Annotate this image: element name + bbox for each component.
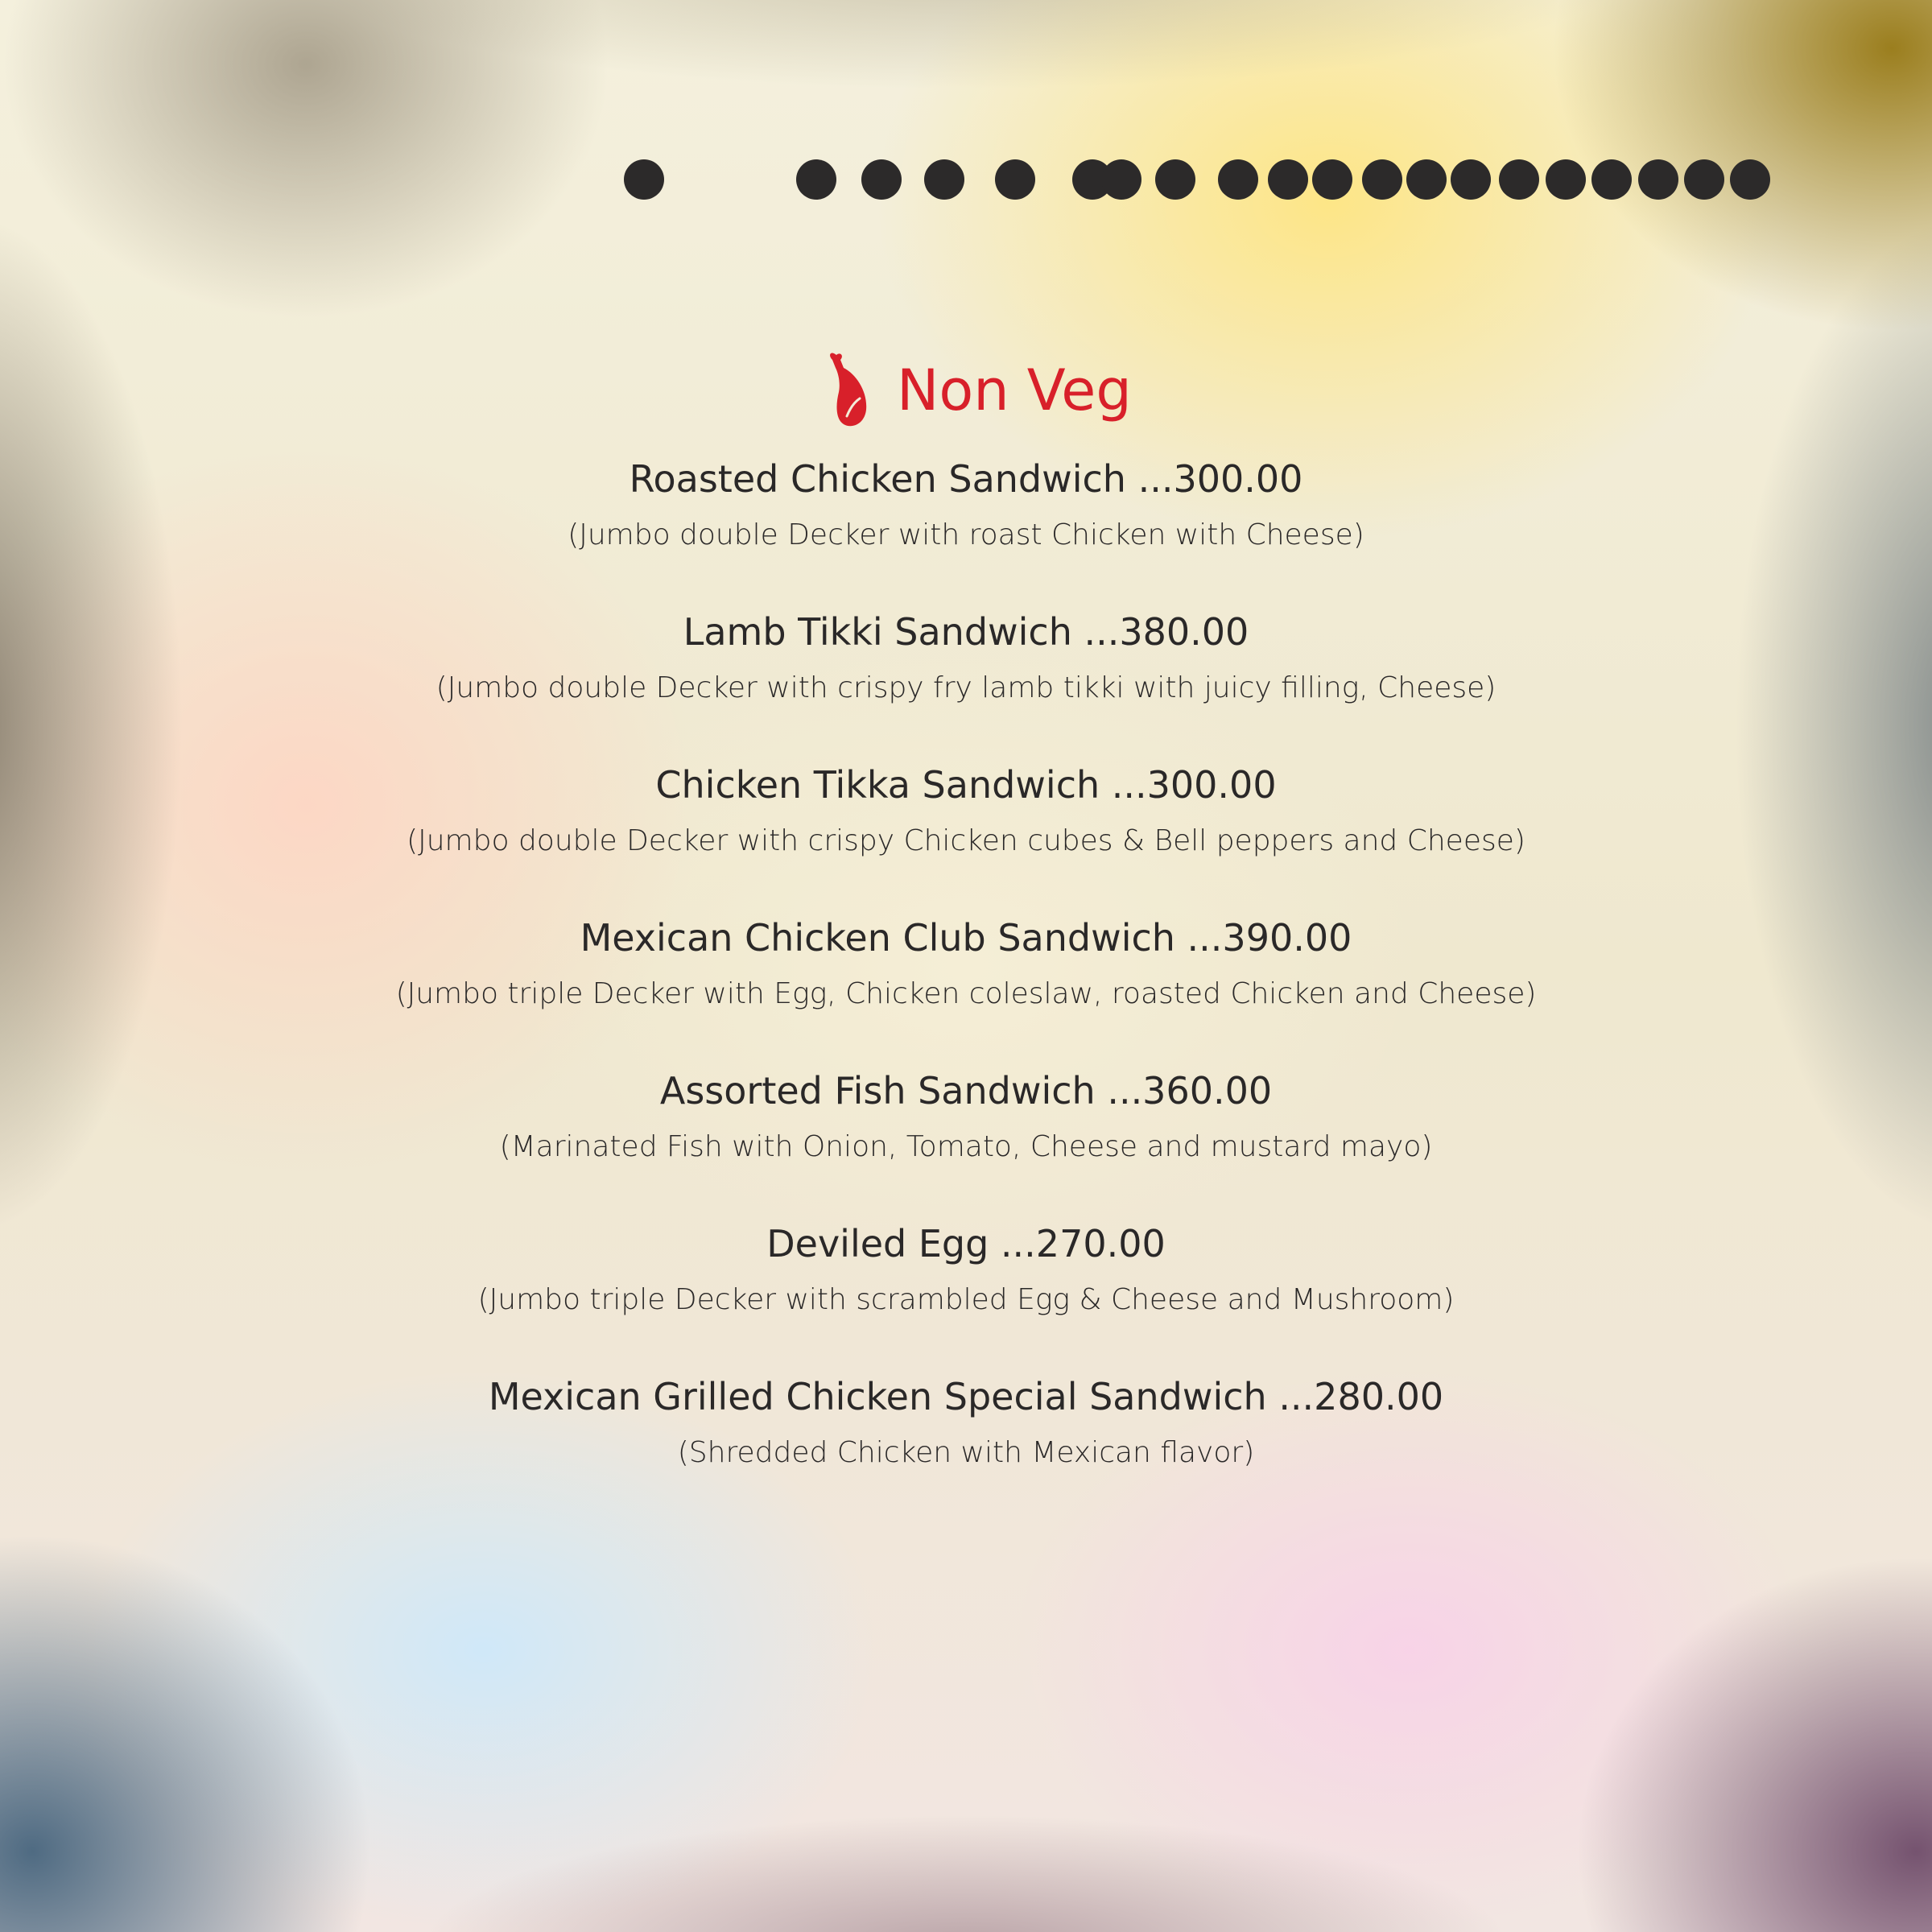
decorative-dot	[1312, 159, 1352, 200]
decorative-dot	[1451, 159, 1491, 200]
decorative-dot	[995, 159, 1035, 200]
menu-item-title: Deviled Egg ...270.00	[766, 1222, 1166, 1265]
menu-item: Lamb Tikki Sandwich ...380.00 (Jumbo dou…	[161, 604, 1771, 716]
decorative-dot	[1638, 159, 1678, 200]
decorative-dot	[1546, 159, 1586, 200]
decorative-dot	[1730, 159, 1770, 200]
menu-item: Deviled Egg ...270.00 (Jumbo triple Deck…	[161, 1216, 1771, 1328]
menu-item-title: Mexican Chicken Club Sandwich ...390.00	[580, 916, 1352, 960]
decorative-dot	[1101, 159, 1141, 200]
menu-item: Mexican Chicken Club Sandwich ...390.00 …	[161, 910, 1771, 1022]
menu-item: Mexican Grilled Chicken Special Sandwich…	[161, 1368, 1771, 1481]
menu-item-description: (Jumbo double Decker with roast Chicken …	[568, 518, 1364, 551]
menu-item-description: (Marinated Fish with Onion, Tomato, Chee…	[499, 1130, 1433, 1163]
drumstick-icon	[830, 353, 867, 427]
menu-item-description: (Jumbo triple Decker with scrambled Egg …	[477, 1283, 1455, 1316]
decorative-dot	[1362, 159, 1402, 200]
decorative-dot	[1406, 159, 1447, 200]
section-heading: Non Veg	[161, 346, 1771, 451]
menu-item-description: (Jumbo double Decker with crispy Chicken…	[407, 824, 1525, 857]
menu-item-description: (Shredded Chicken with Mexican flavor)	[677, 1436, 1255, 1469]
menu-item-title: Assorted Fish Sandwich ...360.00	[659, 1069, 1273, 1113]
decorative-dot	[1591, 159, 1632, 200]
decorative-dot	[1684, 159, 1724, 200]
section-heading-inner: Non Veg	[823, 346, 1132, 435]
decorative-dot	[796, 159, 836, 200]
decorative-dot	[1499, 159, 1539, 200]
decorative-dot	[1218, 159, 1258, 200]
menu-item: Assorted Fish Sandwich ...360.00 (Marina…	[161, 1063, 1771, 1175]
decorative-dot	[1268, 159, 1308, 200]
decorative-dot	[624, 159, 664, 200]
menu-item-title: Lamb Tikki Sandwich ...380.00	[683, 610, 1249, 654]
section-title: Non Veg	[897, 357, 1132, 423]
menu-item: Chicken Tikka Sandwich ...300.00 (Jumbo …	[161, 757, 1771, 869]
menu-item-description: (Jumbo triple Decker with Egg, Chicken c…	[395, 977, 1537, 1010]
decorative-dot	[861, 159, 902, 200]
decorative-dots-row	[0, 0, 1932, 322]
menu-item-title: Roasted Chicken Sandwich ...300.00	[629, 457, 1303, 501]
menu-item: Roasted Chicken Sandwich ...300.00 (Jumb…	[161, 451, 1771, 564]
menu-item-description: (Jumbo double Decker with crispy fry lam…	[436, 671, 1496, 704]
decorative-dot	[924, 159, 964, 200]
decorative-dot	[1155, 159, 1195, 200]
menu-section: Non Veg Roasted Chicken Sandwich ...300.…	[161, 346, 1771, 1521]
menu-item-title: Chicken Tikka Sandwich ...300.00	[655, 763, 1277, 807]
menu-item-title: Mexican Grilled Chicken Special Sandwich…	[488, 1375, 1444, 1418]
